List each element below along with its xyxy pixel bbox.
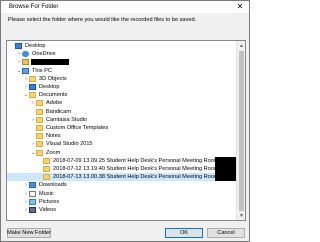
tree-item-label: Adobe <box>46 100 63 107</box>
tree-item[interactable]: › Pictures <box>7 198 235 206</box>
tree-item[interactable]: › OneDrive <box>7 50 235 58</box>
tree-item-label: 2018-07-13 13.00.38 Student Help Desk's … <box>53 174 219 181</box>
tree-item[interactable]: Bandicam <box>7 108 235 116</box>
browse-for-folder-dialog: Browse For Folder ✕ Please select the fo… <box>0 0 250 242</box>
tree-item-label: Downloads <box>39 182 67 189</box>
folder-tree[interactable]: Desktop › OneDrive › ⌄ This PC › 3D Objects › Des… <box>6 40 246 221</box>
tree-item[interactable]: › Desktop <box>7 83 235 91</box>
ok-button[interactable]: OK <box>165 228 203 238</box>
tree-item[interactable]: Custom Office Templates <box>7 124 235 132</box>
tree-item-label: Pictures <box>39 198 60 205</box>
folder-icon <box>36 149 43 156</box>
folder-icon <box>43 157 50 164</box>
scroll-thumb[interactable] <box>239 51 244 211</box>
tree-item-label: Music <box>39 190 54 197</box>
tree-item[interactable]: ⌄ Zoom <box>7 149 235 157</box>
make-new-folder-button[interactable]: Make New Folder <box>7 228 51 238</box>
tree-item-label: Videos <box>39 207 57 214</box>
pictures-icon <box>29 198 36 205</box>
folder-icon <box>36 100 43 107</box>
tree-item[interactable]: › 3D Objects <box>7 75 235 83</box>
tree-item-label: 2018-07-12 13.19.40 Student Help Desk's … <box>53 166 219 173</box>
dialog-title: Browse For Folder <box>9 4 59 10</box>
tree-item[interactable]: 2018-07-09 13.09.25 Student Help Desk's … <box>7 157 235 165</box>
tree-item-label: Notes <box>46 133 61 140</box>
close-button[interactable]: ✕ <box>235 2 245 12</box>
tree-item[interactable]: Notes <box>7 132 235 140</box>
folder-icon <box>36 116 43 123</box>
tree-item[interactable]: 2018-07-13 13.00.38 Student Help Desk's … <box>7 173 235 182</box>
onedrive-icon <box>22 51 29 58</box>
tree-item[interactable]: › Adobe <box>7 99 235 107</box>
tree-item[interactable]: › Camtasia Studio <box>7 116 235 124</box>
tree-item-label: Visual Studio 2015 <box>46 141 93 148</box>
folder-icon <box>36 125 43 132</box>
tree-item-label: Desktop <box>39 84 60 91</box>
computer-icon <box>22 67 29 74</box>
videos-icon <box>29 207 36 214</box>
tree-item-label: Zoom <box>46 149 61 156</box>
folder-icon <box>29 75 36 82</box>
tree-item[interactable]: › Downloads <box>7 181 235 189</box>
tree-item[interactable]: ⌄ Documents <box>7 91 235 99</box>
instructions-text: Please select the folder where you would… <box>8 17 197 23</box>
vertical-scrollbar[interactable]: ▲ ▼ <box>236 41 245 220</box>
scroll-down-arrow[interactable]: ▼ <box>237 211 245 220</box>
tree-item[interactable]: 2018-07-12 13.19.40 Student Help Desk's … <box>7 165 235 173</box>
folder-icon <box>43 166 50 173</box>
tree-item-label: 2018-07-09 13.09.25 Student Help Desk's … <box>53 157 219 164</box>
tree-item-label: Documents <box>39 92 68 99</box>
tree-item-label: Camtasia Studio <box>46 116 88 123</box>
tree-item[interactable]: ⌄ This PC <box>7 67 235 75</box>
tree-item-label: Custom Office Templates <box>46 125 109 132</box>
tree-item[interactable]: › Music <box>7 190 235 198</box>
tree-item[interactable]: › Videos <box>7 206 235 214</box>
folder-icon <box>29 92 36 99</box>
tree-item[interactable]: Desktop <box>7 42 235 50</box>
desktop-icon <box>29 84 36 91</box>
downloads-icon <box>29 182 36 189</box>
tree-item-label: This PC <box>32 67 52 74</box>
folder-icon <box>43 174 50 181</box>
user-folder-icon <box>22 59 29 66</box>
redacted-username <box>31 59 69 66</box>
tree-item[interactable]: › Visual Studio 2015 <box>7 140 235 148</box>
title-bar: Browse For Folder ✕ <box>1 1 249 13</box>
folder-icon <box>36 141 43 148</box>
folder-icon <box>36 133 43 140</box>
cancel-button[interactable]: Cancel <box>207 228 245 238</box>
tree-item-label: Bandicam <box>46 108 71 115</box>
desktop-icon <box>15 43 22 50</box>
music-icon <box>29 190 36 197</box>
redacted-text <box>215 173 237 182</box>
tree-item-label: OneDrive <box>32 51 56 58</box>
scroll-up-arrow[interactable]: ▲ <box>237 41 245 50</box>
tree-item-label: Desktop <box>25 43 46 50</box>
tree-item-label: 3D Objects <box>39 75 67 82</box>
folder-icon <box>36 108 43 115</box>
